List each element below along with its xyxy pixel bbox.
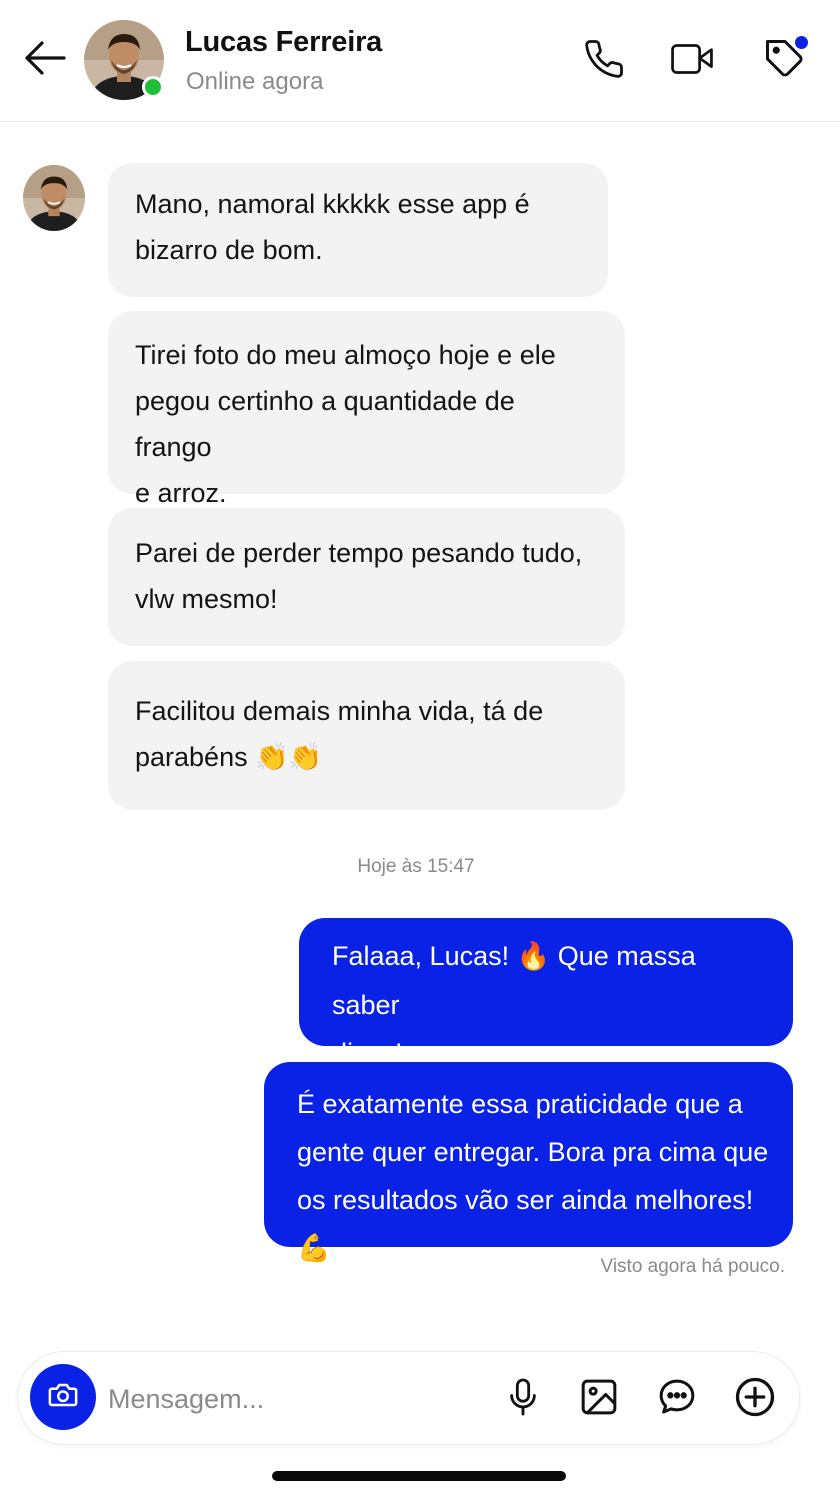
add-attachment-button[interactable] — [732, 1376, 778, 1422]
chat-bubble-icon — [657, 1377, 697, 1422]
message-text: Tirei foto do meu almoço hoje e ele — [135, 340, 556, 370]
camera-button[interactable] — [30, 1364, 96, 1430]
back-button[interactable] — [22, 40, 68, 80]
seen-status: Visto agora há pouco. — [600, 1256, 785, 1277]
home-indicator — [272, 1471, 566, 1481]
message-text: pegou certinho a quantidade de frango — [135, 386, 515, 462]
message-text: É exatamente essa praticidade que a — [297, 1089, 743, 1119]
message-bubble-outgoing[interactable]: Falaaa, Lucas! 🔥 Que massa saber disso! — [299, 918, 793, 1068]
voice-message-button[interactable] — [500, 1376, 546, 1422]
clapping-hands-emoji: 👏👏 — [255, 742, 323, 773]
message-text: Facilitou demais minha vida, tá de — [135, 696, 544, 726]
camera-icon — [48, 1381, 78, 1414]
flexed-biceps-emoji: 💪 — [297, 1233, 331, 1264]
contact-avatar[interactable] — [84, 20, 164, 100]
message-bubble-outgoing[interactable]: É exatamente essa praticidade que a gent… — [264, 1062, 793, 1264]
call-button[interactable] — [579, 36, 629, 86]
plus-circle-icon — [734, 1376, 776, 1423]
video-icon — [670, 39, 714, 84]
message-text: bizarro de bom. — [135, 235, 323, 265]
video-call-button[interactable] — [667, 36, 717, 86]
sender-avatar[interactable] — [23, 165, 85, 231]
chat-header: Lucas Ferreira Online agora — [0, 0, 840, 122]
message-text: gente quer entregar. Bora pra cima que — [297, 1137, 769, 1167]
tag-button[interactable] — [760, 36, 810, 86]
image-icon — [579, 1377, 619, 1422]
message-bubble-incoming[interactable]: Facilitou demais minha vida, tá de parab… — [108, 661, 625, 810]
message-text: os resultados vão ser ainda melhores! — [297, 1185, 754, 1215]
message-bubble-incoming[interactable]: Mano, namoral kkkkk esse app é bizarro d… — [108, 163, 608, 297]
gallery-button[interactable] — [576, 1376, 622, 1422]
fire-emoji: 🔥 — [516, 941, 551, 972]
online-status-dot — [142, 76, 164, 98]
message-text: Mano, namoral kkkkk esse app é — [135, 189, 530, 219]
message-text: Parei de perder tempo pesando tudo, — [135, 538, 583, 568]
message-text: parabéns — [135, 742, 248, 772]
message-timestamp: Hoje às 15:47 — [357, 856, 475, 877]
chat-options-button[interactable] — [654, 1376, 700, 1422]
message-input[interactable] — [108, 1376, 488, 1422]
message-bubble-incoming[interactable]: Parei de perder tempo pesando tudo, vlw … — [108, 508, 625, 646]
message-bubble-incoming[interactable]: Tirei foto do meu almoço hoje e ele pego… — [108, 311, 625, 508]
notification-dot — [795, 36, 808, 49]
message-text: Falaaa, Lucas! — [332, 941, 510, 971]
phone-icon — [583, 38, 625, 85]
contact-status: Online agora — [186, 68, 324, 95]
contact-name[interactable]: Lucas Ferreira — [185, 26, 382, 59]
message-text: vlw mesmo! — [135, 584, 278, 614]
arrow-left-icon — [23, 40, 67, 81]
message-composer — [17, 1351, 800, 1445]
microphone-icon — [506, 1377, 540, 1422]
